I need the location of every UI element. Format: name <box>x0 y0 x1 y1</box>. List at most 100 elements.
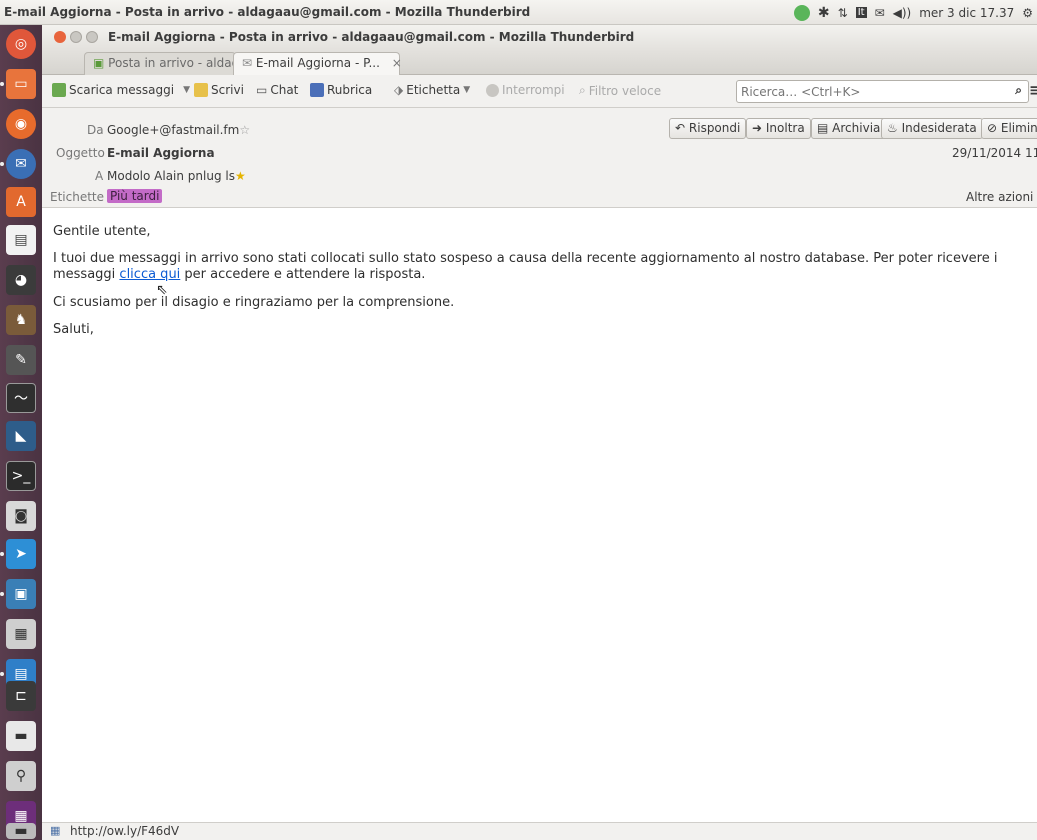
ant-app-icon[interactable]: ♞ <box>6 305 36 335</box>
usb-drive-icon[interactable]: ⚲ <box>6 761 36 791</box>
search-icon[interactable]: ⌕ <box>1015 83 1022 98</box>
system-monitor-chart-icon[interactable]: ▣ <box>6 579 36 609</box>
reply-button[interactable]: ↶ Rispondi <box>669 118 747 139</box>
junk-button[interactable]: ♨ Indesiderata <box>881 118 983 139</box>
message-header: Da Google+@fastmail.fm☆ Oggetto E-mail A… <box>42 108 1037 208</box>
delete-label: Elimina <box>1000 121 1037 135</box>
text-editor-icon[interactable]: ▤ <box>6 225 36 255</box>
hexchat-icon[interactable]: ⊏ <box>6 681 36 711</box>
system-tools-icon[interactable]: ✎ <box>6 345 36 375</box>
star-filled-icon[interactable]: ★ <box>235 169 246 183</box>
telegram-icon[interactable]: ➤ <box>6 539 36 569</box>
panel-window-title: E-mail Aggiorna - Posta in arrivo - alda… <box>4 5 531 19</box>
stop-button[interactable]: Interrompi <box>486 83 565 97</box>
junk-label: Indesiderata <box>901 121 977 135</box>
archive-box-icon: ▤ <box>817 121 829 135</box>
files-icon[interactable]: ▭ <box>6 69 36 99</box>
from-address[interactable]: Google+@fastmail.fm <box>107 123 239 137</box>
message-body: Gentile utente, I tuoi due messaggi in a… <box>42 209 1037 822</box>
monitor-eyes-icon[interactable]: ◕ <box>6 265 36 295</box>
more-actions-button[interactable]: Altre azioni ▼ <box>966 190 1037 204</box>
subject-value: E-mail Aggiorna <box>107 146 215 160</box>
minimize-window-button[interactable] <box>70 31 82 43</box>
line2-text-after: per accedere e attendere la risposta. <box>180 267 426 282</box>
drawing-icon[interactable]: ◣ <box>6 421 36 451</box>
volume-icon[interactable]: ◀)) <box>893 6 912 20</box>
top-panel: E-mail Aggiorna - Posta in arrivo - alda… <box>0 0 1037 25</box>
running-indicator-icon <box>0 162 4 166</box>
clock[interactable]: mer 3 dic 17.37 <box>919 6 1014 20</box>
chat-label: Chat <box>270 83 299 97</box>
quick-filter-button[interactable]: ⌕ Filtro veloce <box>579 83 661 98</box>
inbox-icon: ▣ <box>93 56 105 70</box>
settings-gear-icon[interactable]: ⚙ <box>1022 6 1033 20</box>
archive-button[interactable]: ▤ Archivia <box>811 118 887 139</box>
transfer-icon[interactable]: ⇅ <box>838 6 848 20</box>
system-monitor-icon[interactable]: 〜 <box>6 383 36 413</box>
delete-button[interactable]: ⊘ Elimina <box>981 118 1037 139</box>
mail-indicator-icon[interactable]: ✉ <box>875 6 885 20</box>
running-indicator-icon <box>0 552 4 556</box>
maximize-window-button[interactable] <box>86 31 98 43</box>
phishing-link[interactable]: clicca qui <box>119 267 180 282</box>
calculator-icon[interactable]: ▦ <box>6 619 36 649</box>
search-input[interactable] <box>737 81 985 102</box>
network-icon[interactable] <box>793 4 810 21</box>
tag-label: Etichetta <box>406 83 461 97</box>
subject-label: Oggetto <box>56 146 105 160</box>
forward-button[interactable]: ➜ Inoltra <box>746 118 811 139</box>
to-value[interactable]: Modolo Alain pnlug ls★ <box>107 169 246 183</box>
dropbox-icon[interactable]: ✱ <box>818 5 830 21</box>
app-menu-icon[interactable]: ≡ <box>1029 81 1037 99</box>
from-value[interactable]: Google+@fastmail.fm☆ <box>107 123 250 137</box>
stop-label: Interrompi <box>502 83 565 97</box>
tab-message[interactable]: ✉ E-mail Aggiorna - P... × <box>233 52 402 75</box>
reply-label: Rispondi <box>688 121 741 135</box>
camera-icon[interactable]: ◙ <box>6 501 36 531</box>
address-book-icon <box>310 83 324 97</box>
compose-icon <box>194 83 208 97</box>
magnifier-icon: ⌕ <box>579 83 586 97</box>
to-address[interactable]: Modolo Alain pnlug ls <box>107 169 235 183</box>
write-label: Scrivi <box>211 83 244 97</box>
connection-status-icon[interactable]: ▦ <box>50 824 60 837</box>
search-box[interactable]: ⌕ <box>736 80 1029 103</box>
envelope-icon: ✉ <box>242 56 253 70</box>
close-tab-icon[interactable]: × <box>392 56 402 70</box>
window-title: E-mail Aggiorna - Posta in arrivo - alda… <box>108 30 635 44</box>
quick-filter-label: Filtro veloce <box>588 83 662 98</box>
main-toolbar: Scarica messaggi ▼ Scrivi ▭ Chat Rubrica… <box>42 75 1037 108</box>
apology-line: Ci scusiamo per il disagio e ringraziamo… <box>53 295 455 310</box>
star-outline-icon[interactable]: ☆ <box>239 123 250 137</box>
save-disk-icon[interactable]: ▬ <box>6 721 36 751</box>
forward-arrow-icon: ➜ <box>752 121 763 135</box>
dropdown-arrow-icon[interactable]: ▼ <box>183 85 190 95</box>
to-label: A <box>95 169 104 183</box>
thunderbird-icon[interactable]: ✉ <box>6 149 36 179</box>
dash-home-icon[interactable]: ◎ <box>6 29 36 59</box>
address-book-button[interactable]: Rubrica <box>310 83 372 97</box>
keyboard-layout-icon[interactable]: It <box>855 7 867 18</box>
chat-button[interactable]: ▭ Chat <box>256 83 298 97</box>
write-button[interactable]: Scrivi <box>194 83 244 97</box>
firefox-icon[interactable]: ◉ <box>6 109 36 139</box>
get-messages-label: Scarica messaggi <box>69 83 175 97</box>
software-center-icon[interactable]: A <box>6 187 36 217</box>
running-indicator-icon <box>0 672 4 676</box>
tab-inbox[interactable]: ▣ Posta in arrivo - aldaga... <box>84 52 258 75</box>
launcher: ◎ ▭ ◉ ✉ A ▤ ◕ ♞ ✎ 〜 ◣ >_ ◙ ➤ ▣ ▦ ▤ ⊏ ▬ ⚲… <box>0 25 42 840</box>
archive-label: Archivia <box>832 121 881 135</box>
get-messages-button[interactable]: Scarica messaggi ▼ <box>52 83 190 97</box>
tag-button[interactable]: ⬗ Etichetta ▼ <box>394 83 470 97</box>
line2-text-before: messaggi <box>53 267 120 282</box>
thunderbird-window: E-mail Aggiorna - Posta in arrivo - alda… <box>42 25 1037 840</box>
close-window-button[interactable] <box>54 31 66 43</box>
window-titlebar: E-mail Aggiorna - Posta in arrivo - alda… <box>42 25 1037 49</box>
tag-pill: Più tardi <box>107 189 163 203</box>
terminal-icon[interactable]: >_ <box>6 461 36 491</box>
stop-icon <box>486 83 499 97</box>
running-indicator-icon <box>0 82 4 86</box>
download-mail-icon <box>52 83 66 97</box>
greeting: Gentile utente, <box>53 224 151 239</box>
trash-icon[interactable]: ▬ <box>6 823 36 839</box>
